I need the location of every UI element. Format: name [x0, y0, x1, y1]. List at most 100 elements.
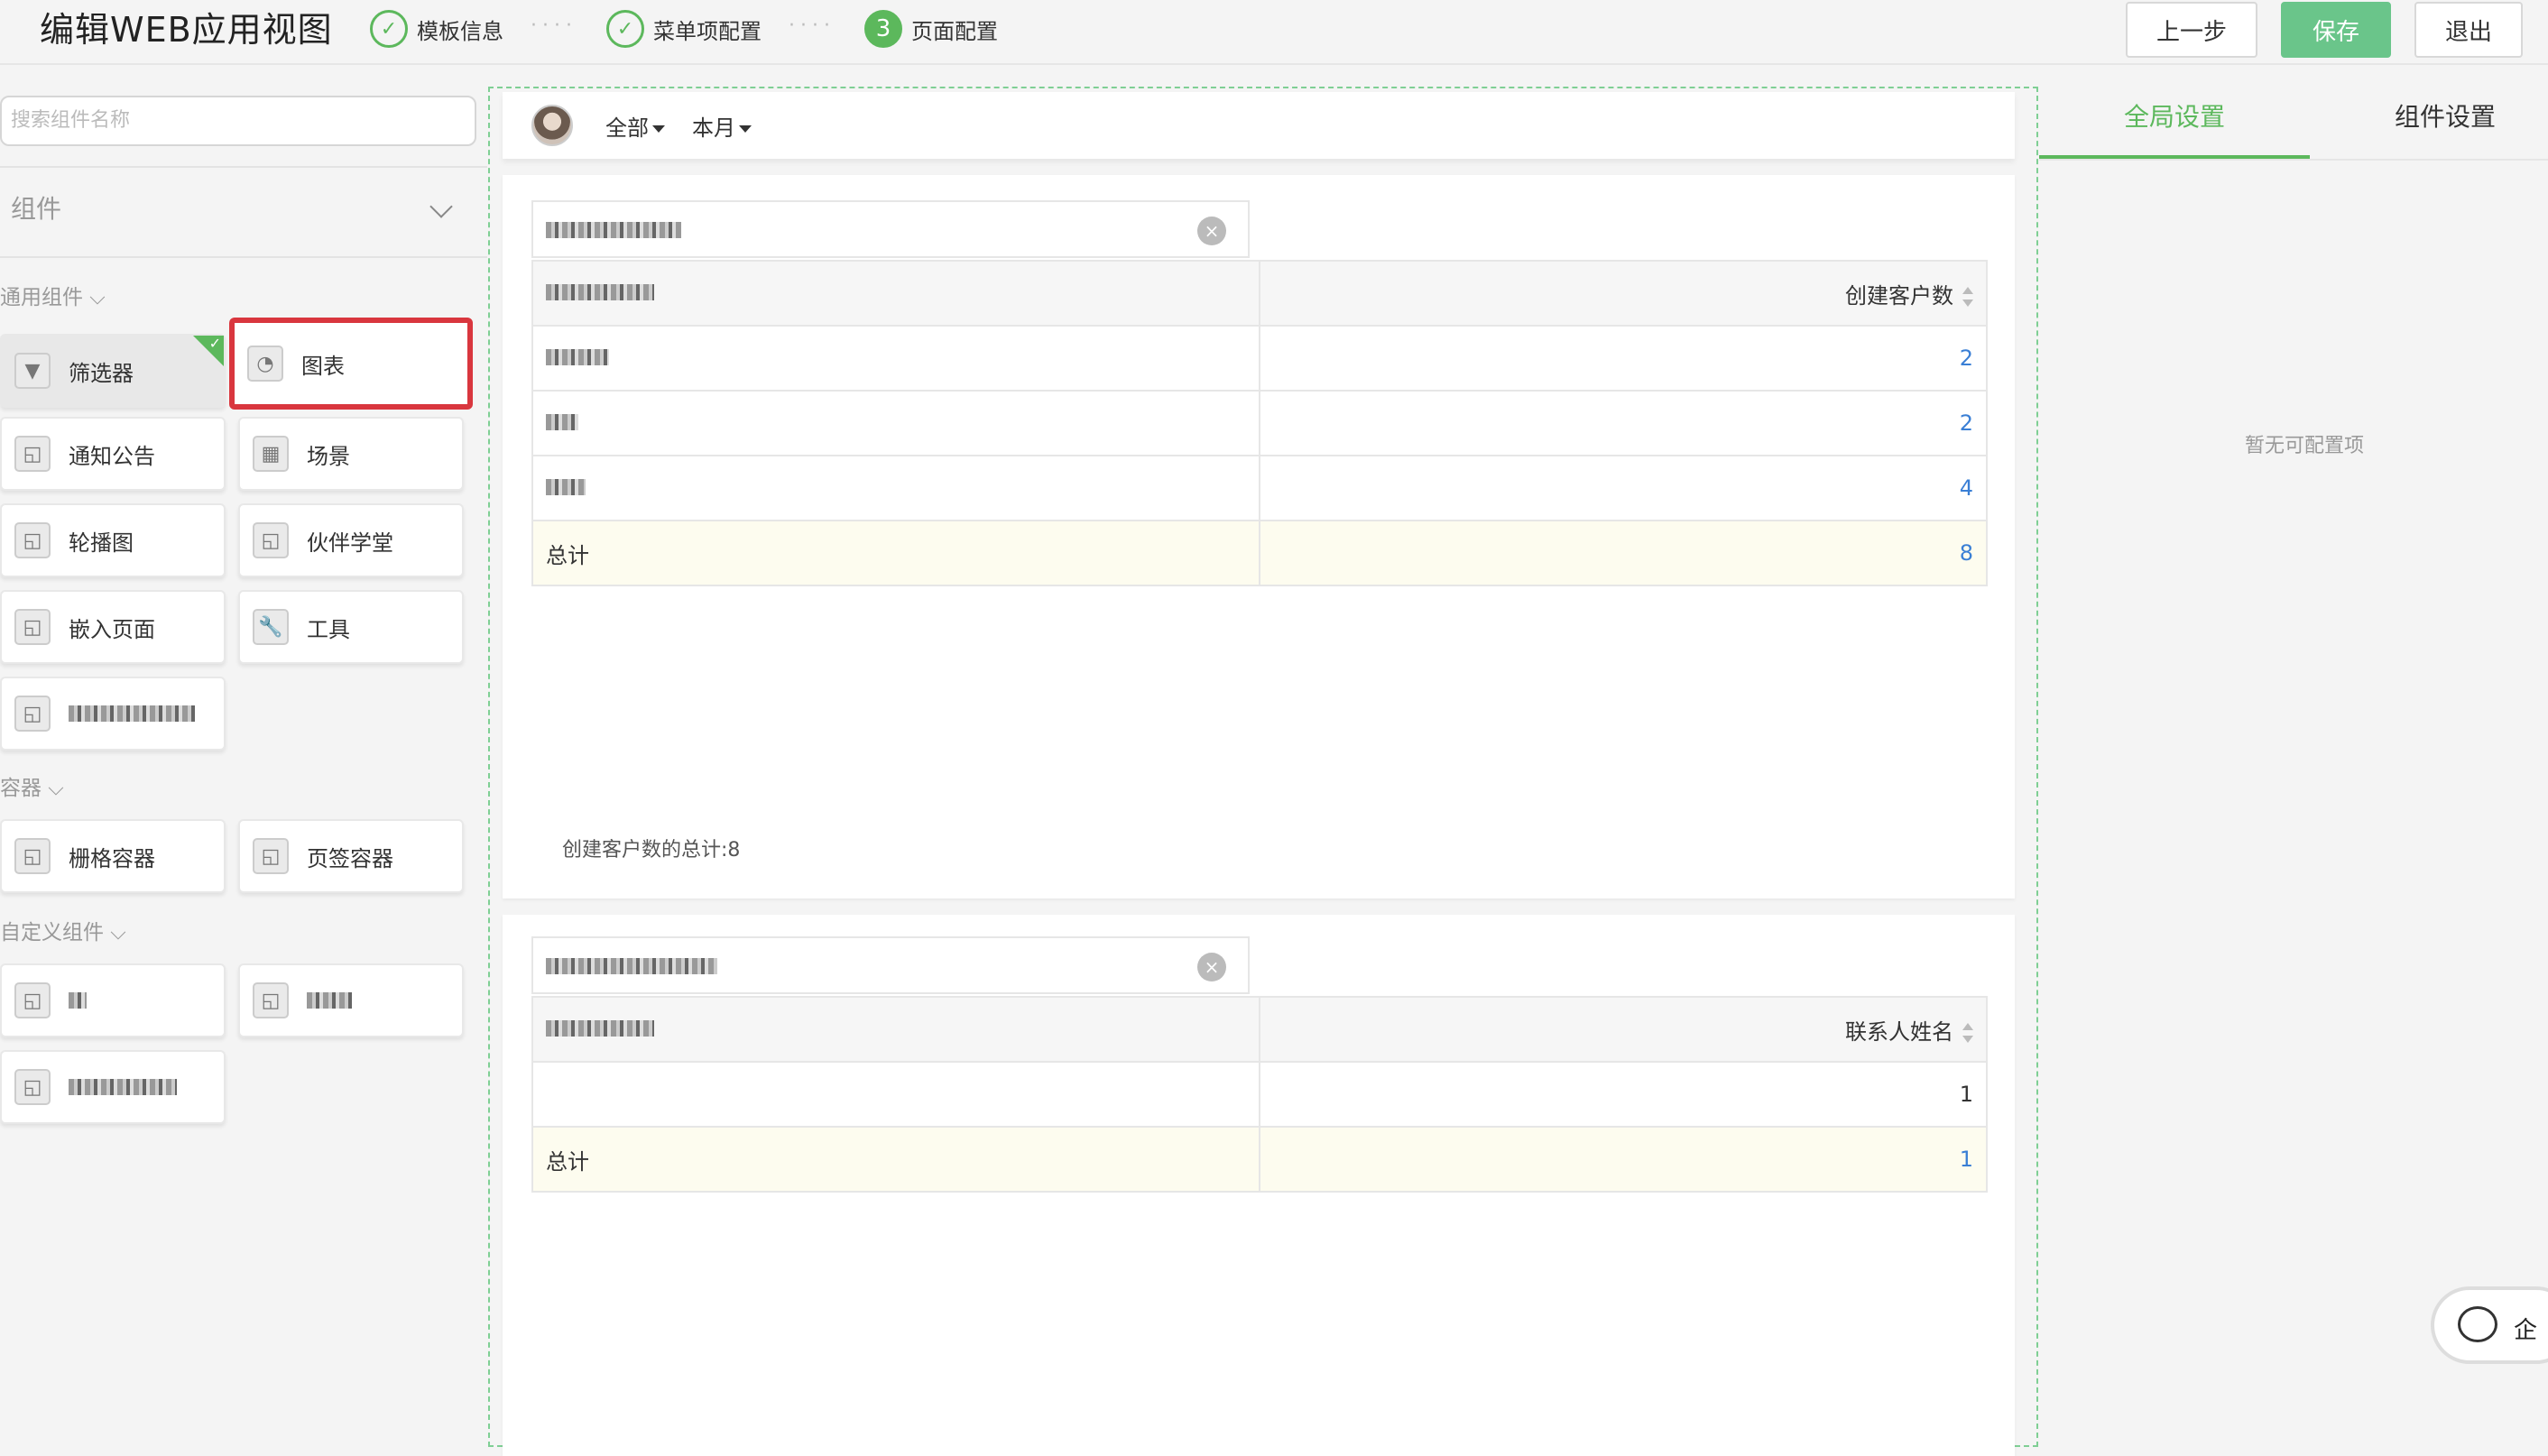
data-table: 联系人姓名 1 总计 1 — [531, 996, 1988, 1193]
card-label: 筛选器 — [69, 360, 134, 386]
filter-bar: 全部 本月 — [503, 92, 2015, 159]
chat-bubble-icon — [2458, 1306, 2497, 1342]
step-label: 模板信息 — [417, 18, 503, 44]
prev-step-button[interactable]: 上一步 — [2126, 2, 2257, 58]
card-label: 栅格容器 — [69, 845, 155, 871]
redacted-text — [546, 414, 578, 430]
table-row: 4 — [531, 455, 1988, 521]
component-carousel[interactable]: ◱ 轮播图 — [0, 503, 226, 577]
component-icon: ◱ — [14, 436, 51, 472]
chart-panel-customers[interactable]: × 创建客户数 2 2 4 总计 8 创建客户数的总计:8 — [503, 175, 2015, 898]
card-label: 场景 — [307, 443, 350, 469]
exit-button[interactable]: 退出 — [2414, 2, 2523, 58]
card-label: 图表 — [301, 353, 345, 379]
sort-icon[interactable] — [1962, 286, 1973, 307]
section-common[interactable]: 通用组件 ⌵ — [0, 280, 106, 310]
total-value[interactable]: 8 — [1259, 520, 1988, 586]
section-container[interactable]: 容器 ⌵ — [0, 770, 64, 801]
section-custom[interactable]: 自定义组件 ⌵ — [0, 915, 126, 945]
divider — [0, 166, 487, 168]
clear-icon[interactable]: × — [1197, 953, 1226, 981]
card-label: 工具 — [307, 616, 350, 642]
clear-icon[interactable]: × — [1197, 217, 1226, 245]
save-button[interactable]: 保存 — [2281, 2, 2391, 58]
redacted-label — [307, 992, 352, 1009]
component-chart[interactable]: ◔ 图表 — [229, 318, 473, 410]
table-cell — [531, 455, 1260, 521]
chart-panel-contacts[interactable]: × 联系人姓名 1 总计 1 — [503, 915, 2015, 1456]
component-redacted[interactable]: ◱ — [0, 677, 226, 751]
component-academy[interactable]: ◱ 伙伴学堂 — [238, 503, 464, 577]
redacted-label — [69, 992, 87, 1009]
component-icon: ◱ — [253, 982, 289, 1018]
chat-button[interactable]: 企 — [2431, 1286, 2548, 1364]
check-circle-icon: ✓ — [370, 10, 408, 48]
total-label: 总计 — [531, 1126, 1260, 1193]
section-label: 容器 — [0, 777, 42, 800]
component-icon: ◱ — [14, 522, 51, 558]
scope-select[interactable]: 全部 — [605, 110, 665, 142]
card-label: 通知公告 — [69, 443, 155, 469]
component-embed-page[interactable]: ◱ 嵌入页面 — [0, 590, 226, 664]
redacted-text — [546, 349, 609, 365]
redacted-text — [546, 284, 654, 300]
period-select[interactable]: 本月 — [692, 110, 752, 142]
page-canvas[interactable]: 全部 本月 × 创建客户数 2 2 4 总计 8 创建客户数的总计:8 × 联系… — [488, 87, 2038, 1456]
panel-title-input[interactable]: × — [531, 936, 1250, 994]
component-tools[interactable]: 🔧 工具 — [238, 590, 464, 664]
summary-text: 创建客户数的总计:8 — [562, 839, 741, 862]
dimension-header — [531, 260, 1260, 327]
chevron-down-icon: ⌵ — [83, 286, 106, 309]
redacted-text — [546, 479, 586, 495]
total-value[interactable]: 1 — [1259, 1126, 1988, 1193]
step-page-config[interactable]: 3 页面配置 — [864, 9, 998, 49]
card-label: 轮播图 — [69, 530, 134, 556]
value-column-header[interactable]: 联系人姓名 — [1259, 996, 1988, 1063]
table-cell[interactable]: 2 — [1259, 390, 1988, 456]
active-tab-indicator — [2039, 155, 2310, 159]
dimension-header — [531, 996, 1260, 1063]
table-cell[interactable]: 4 — [1259, 455, 1988, 521]
table-cell[interactable]: 1 — [1259, 1061, 1988, 1128]
table-cell — [531, 1061, 1260, 1128]
chevron-down-icon[interactable] — [429, 195, 453, 218]
tab-component-settings[interactable]: 组件设置 — [2395, 97, 2496, 134]
step-label: 页面配置 — [911, 18, 998, 44]
card-label: 页签容器 — [307, 845, 393, 871]
step-menu-config[interactable]: ✓ 菜单项配置 — [606, 9, 762, 49]
section-label: 自定义组件 — [0, 921, 104, 945]
custom-component-redacted[interactable]: ◱ — [0, 1050, 226, 1124]
avatar[interactable] — [531, 105, 573, 146]
table-cell[interactable]: 2 — [1259, 325, 1988, 392]
component-tab-container[interactable]: ◱ 页签容器 — [238, 819, 464, 893]
component-notice[interactable]: ◱ 通知公告 — [0, 417, 226, 491]
tab-global-settings[interactable]: 全局设置 — [2124, 97, 2225, 134]
redacted-title — [546, 958, 717, 974]
component-grid-container[interactable]: ◱ 栅格容器 — [0, 819, 226, 893]
search-input[interactable]: 搜索组件名称 — [0, 96, 476, 146]
empty-state-text: 暂无可配置项 — [2245, 435, 2365, 457]
custom-component-redacted[interactable]: ◱ — [238, 963, 464, 1037]
sort-icon[interactable] — [1962, 1022, 1973, 1043]
total-label: 总计 — [531, 520, 1260, 586]
step-number-badge: 3 — [864, 10, 902, 48]
value-column-header[interactable]: 创建客户数 — [1259, 260, 1988, 327]
group-title: 组件 — [11, 194, 62, 224]
step-template-info[interactable]: ✓ 模板信息 — [370, 9, 503, 49]
check-circle-icon: ✓ — [606, 10, 644, 48]
total-row: 总计 8 — [531, 520, 1988, 586]
chevron-down-icon: ⌵ — [42, 777, 64, 800]
table-row: 1 — [531, 1061, 1988, 1128]
component-filter[interactable]: ▼ 筛选器 ✓ — [0, 334, 226, 408]
data-table: 创建客户数 2 2 4 总计 8 — [531, 260, 1988, 586]
caret-down-icon — [739, 125, 752, 133]
custom-component-redacted[interactable]: ◱ — [0, 963, 226, 1037]
panel-title-input[interactable]: × — [531, 200, 1250, 258]
component-scene[interactable]: ▦ 场景 — [238, 417, 464, 491]
table-cell — [531, 325, 1260, 392]
select-value: 全部 — [605, 115, 649, 141]
component-icon: ◱ — [14, 982, 51, 1018]
layout-icon: ▦ — [253, 436, 289, 472]
divider — [2039, 159, 2548, 161]
component-icon: ◱ — [14, 1069, 51, 1105]
